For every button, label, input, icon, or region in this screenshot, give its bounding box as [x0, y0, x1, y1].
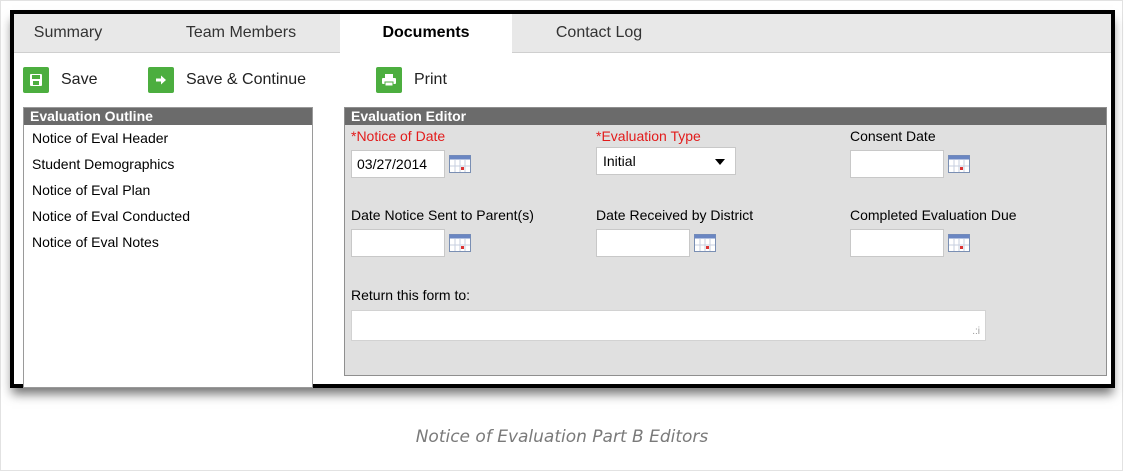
outline-item-notice-of-eval-notes[interactable]: Notice of Eval Notes: [24, 229, 312, 255]
save-icon: [23, 67, 49, 93]
evaluation-type-value: Initial: [603, 153, 636, 169]
calendar-icon[interactable]: [948, 155, 970, 173]
calendar-icon[interactable]: [449, 155, 471, 173]
print-button-label: Print: [414, 71, 447, 88]
evaluation-outline-title: Evaluation Outline: [24, 108, 312, 125]
date-notice-sent-label: Date Notice Sent to Parent(s): [351, 207, 534, 223]
chevron-down-icon: [715, 159, 725, 165]
outline-item-notice-of-eval-conducted[interactable]: Notice of Eval Conducted: [24, 203, 312, 229]
tab-summary[interactable]: Summary: [14, 14, 122, 52]
calendar-icon[interactable]: [948, 234, 970, 252]
completed-evaluation-due-label: Completed Evaluation Due: [850, 207, 1017, 223]
consent-date-label: Consent Date: [850, 128, 936, 144]
save-button[interactable]: Save: [23, 65, 97, 95]
toolbar: Save Save & Continue Print: [14, 53, 1111, 105]
save-button-label: Save: [61, 71, 98, 88]
tab-contact-log[interactable]: Contact Log: [534, 14, 664, 52]
calendar-icon[interactable]: [694, 234, 716, 252]
notice-of-date-label: *Notice of Date: [351, 128, 446, 144]
tab-bar: Summary Team Members Documents Contact L…: [14, 14, 1111, 53]
return-form-field: .:i: [351, 310, 986, 341]
figure-caption: Notice of Evaluation Part B Editors: [415, 427, 709, 447]
outline-item-student-demographics[interactable]: Student Demographics: [24, 151, 312, 177]
print-icon: [376, 67, 402, 93]
print-button[interactable]: Print: [376, 65, 447, 95]
return-form-textarea[interactable]: [351, 310, 986, 341]
date-received-input[interactable]: [596, 229, 690, 257]
consent-date-input[interactable]: [850, 150, 944, 178]
date-received-label: Date Received by District: [596, 207, 754, 223]
save-and-continue-button[interactable]: Save & Continue: [148, 65, 306, 95]
save-and-continue-label: Save & Continue: [186, 71, 307, 88]
evaluation-editor-panel: Evaluation Editor *Notice of Date *Evalu…: [344, 107, 1107, 376]
screenshot-frame: Summary Team Members Documents Contact L…: [10, 10, 1115, 388]
tab-team-members[interactable]: Team Members: [154, 14, 328, 52]
evaluation-type-select[interactable]: Initial: [596, 147, 736, 175]
date-notice-sent-input[interactable]: [351, 229, 445, 257]
calendar-icon[interactable]: [449, 234, 471, 252]
outline-item-notice-of-eval-header[interactable]: Notice of Eval Header: [24, 125, 312, 151]
completed-evaluation-due-input[interactable]: [850, 229, 944, 257]
evaluation-editor-title: Evaluation Editor: [345, 108, 1106, 125]
arrow-right-icon: [148, 67, 174, 93]
evaluation-outline-panel: Evaluation Outline Notice of Eval Header…: [23, 107, 313, 388]
outline-item-notice-of-eval-plan[interactable]: Notice of Eval Plan: [24, 177, 312, 203]
tab-documents[interactable]: Documents: [340, 14, 512, 53]
return-form-label: Return this form to:: [351, 287, 471, 303]
evaluation-type-label: *Evaluation Type: [596, 128, 701, 144]
resize-grip-icon[interactable]: .:i: [972, 326, 980, 337]
notice-of-date-input[interactable]: [351, 150, 445, 178]
